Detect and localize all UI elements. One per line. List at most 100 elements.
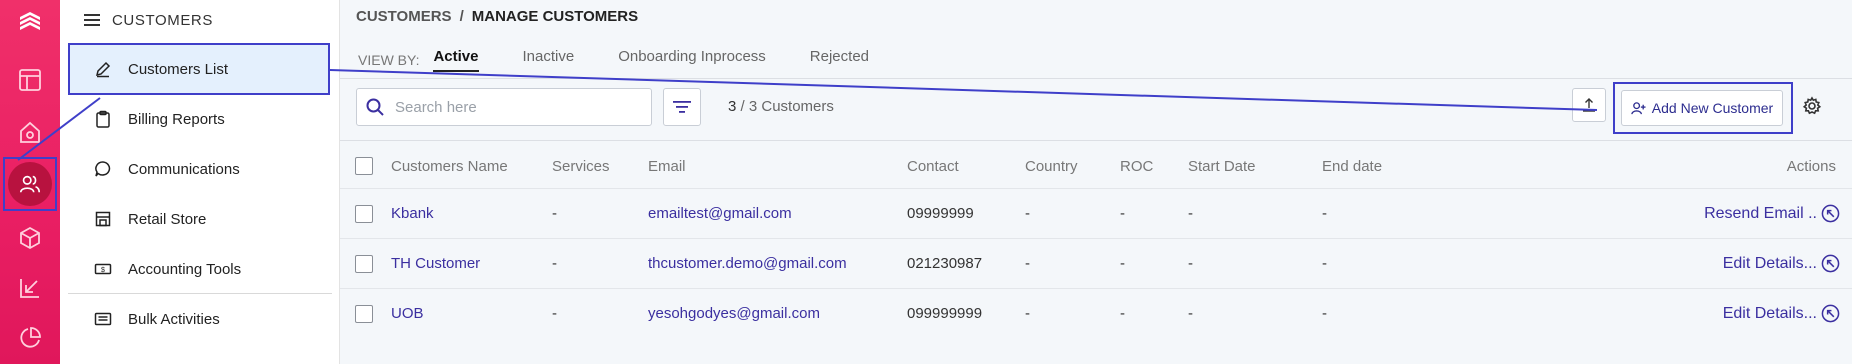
sidebar-item-retail-store[interactable]: Retail Store bbox=[68, 194, 332, 244]
page-title: MANAGE CUSTOMERS bbox=[471, 8, 639, 25]
row-action[interactable]: Edit Details... bbox=[1723, 239, 1840, 288]
main-content: CUSTOMERS / MANAGE CUSTOMERS VIEW BY: Ac… bbox=[340, 0, 1852, 364]
services-cell: - bbox=[552, 205, 557, 222]
layout-icon[interactable] bbox=[10, 60, 50, 100]
breadcrumb: CUSTOMERS / MANAGE CUSTOMERS bbox=[356, 8, 638, 25]
search-input[interactable] bbox=[395, 98, 625, 116]
add-new-customer-button[interactable]: Add New Customer bbox=[1621, 90, 1783, 126]
country-cell: - bbox=[1025, 255, 1030, 272]
tab-rejected[interactable]: Rejected bbox=[810, 48, 869, 71]
services-cell: - bbox=[552, 305, 557, 322]
column-header-start-date[interactable]: Start Date bbox=[1188, 141, 1256, 191]
start-date-cell: - bbox=[1188, 305, 1193, 322]
row-checkbox[interactable] bbox=[355, 254, 373, 273]
country-cell: - bbox=[1025, 305, 1030, 322]
svg-text:$: $ bbox=[101, 267, 105, 274]
sidebar-item-label: Billing Reports bbox=[128, 110, 225, 128]
breadcrumb-separator: / bbox=[459, 8, 464, 25]
clipboard-icon bbox=[96, 110, 110, 128]
row-checkbox[interactable] bbox=[355, 304, 373, 323]
search-box bbox=[356, 88, 652, 126]
column-header-end-date[interactable]: End date bbox=[1322, 141, 1382, 191]
users-icon[interactable] bbox=[3, 157, 57, 211]
sidebar-item-label: Accounting Tools bbox=[128, 260, 242, 278]
upload-icon bbox=[1583, 98, 1595, 112]
box-icon[interactable] bbox=[10, 218, 50, 258]
chat-bubble-icon bbox=[95, 161, 111, 177]
pencil-icon bbox=[95, 61, 111, 78]
tab-onboarding-inprocess[interactable]: Onboarding Inprocess bbox=[618, 48, 766, 71]
breadcrumb-root[interactable]: CUSTOMERS bbox=[356, 8, 452, 25]
column-header-contact[interactable]: Contact bbox=[907, 141, 959, 191]
open-details-icon[interactable] bbox=[1821, 254, 1840, 273]
money-icon: $ bbox=[94, 263, 112, 275]
sidebar-item-communications[interactable]: Communications bbox=[68, 144, 332, 194]
select-all-checkbox[interactable] bbox=[355, 157, 373, 175]
logo-icon[interactable] bbox=[10, 2, 50, 42]
column-header-roc[interactable]: ROC bbox=[1120, 141, 1153, 191]
pie-chart-icon[interactable] bbox=[10, 318, 50, 358]
count-total: / 3 Customers bbox=[740, 98, 834, 115]
open-details-icon[interactable] bbox=[1821, 304, 1840, 323]
sidebar-title: CUSTOMERS bbox=[112, 11, 213, 29]
row-checkbox-cell bbox=[355, 289, 373, 338]
sidebar-item-billing-reports[interactable]: Billing Reports bbox=[68, 94, 332, 144]
row-action[interactable]: Edit Details... bbox=[1723, 289, 1840, 338]
add-new-customer-label: Add New Customer bbox=[1651, 100, 1774, 116]
list-card-icon bbox=[94, 312, 112, 326]
end-date-cell: - bbox=[1322, 255, 1327, 272]
table-row: UOB - yesohgodyes@gmail.com 099999999 - … bbox=[340, 288, 1852, 338]
resend-email-link[interactable]: Resend Email .. bbox=[1704, 205, 1817, 223]
edit-details-link[interactable]: Edit Details... bbox=[1723, 305, 1817, 323]
sidebar: CUSTOMERS Customers List Billing Reports… bbox=[60, 0, 340, 364]
row-checkbox[interactable] bbox=[355, 204, 373, 223]
roc-cell: - bbox=[1120, 255, 1125, 272]
customer-count: 3 / 3 Customers bbox=[728, 98, 834, 115]
sidebar-item-accounting-tools[interactable]: $ Accounting Tools bbox=[68, 244, 332, 294]
sidebar-item-label: Communications bbox=[128, 160, 240, 178]
email-link[interactable]: yesohgodyes@gmail.com bbox=[648, 289, 820, 338]
tab-active[interactable]: Active bbox=[433, 48, 479, 72]
start-date-cell: - bbox=[1188, 205, 1193, 222]
edit-details-link[interactable]: Edit Details... bbox=[1723, 255, 1817, 273]
filter-button[interactable] bbox=[663, 88, 701, 126]
column-header-name[interactable]: Customers Name bbox=[391, 141, 508, 191]
tab-inactive[interactable]: Inactive bbox=[523, 48, 575, 71]
row-checkbox-cell bbox=[355, 189, 373, 238]
row-action[interactable]: Resend Email .. bbox=[1704, 189, 1840, 238]
open-details-icon[interactable] bbox=[1821, 204, 1840, 223]
column-header-country[interactable]: Country bbox=[1025, 141, 1078, 191]
hamburger-icon[interactable] bbox=[84, 13, 100, 27]
email-link[interactable]: thcustomer.demo@gmail.com bbox=[648, 239, 847, 288]
roc-cell: - bbox=[1120, 305, 1125, 322]
customer-name-link[interactable]: UOB bbox=[391, 289, 424, 338]
customer-name-link[interactable]: TH Customer bbox=[391, 239, 480, 288]
end-date-cell: - bbox=[1322, 205, 1327, 222]
sidebar-item-label: Bulk Activities bbox=[128, 310, 220, 328]
home-icon[interactable] bbox=[10, 112, 50, 152]
roc-cell: - bbox=[1120, 205, 1125, 222]
store-icon bbox=[95, 211, 111, 227]
column-header-email[interactable]: Email bbox=[648, 141, 686, 191]
filter-icon bbox=[673, 101, 691, 113]
column-header-services[interactable]: Services bbox=[552, 141, 610, 191]
sidebar-item-label: Retail Store bbox=[128, 210, 207, 228]
arrow-down-left-icon[interactable] bbox=[10, 268, 50, 308]
add-user-icon bbox=[1631, 101, 1646, 114]
sidebar-header: CUSTOMERS bbox=[84, 10, 213, 30]
sidebar-item-bulk-activities[interactable]: Bulk Activities bbox=[68, 294, 332, 344]
sidebar-item-customers-list[interactable]: Customers List bbox=[68, 43, 330, 95]
row-checkbox-cell bbox=[355, 239, 373, 288]
tab-divider bbox=[340, 78, 1852, 79]
toolbar: 3 / 3 Customers Add New Customer bbox=[356, 82, 1852, 134]
contact-cell: 099999999 bbox=[907, 305, 983, 322]
search-icon bbox=[366, 98, 384, 116]
gear-icon[interactable] bbox=[1802, 96, 1822, 116]
customer-name-link[interactable]: Kbank bbox=[391, 189, 434, 238]
contact-cell: 09999999 bbox=[907, 205, 974, 222]
view-by-label: VIEW BY: bbox=[358, 51, 420, 68]
contact-cell: 021230987 bbox=[907, 255, 983, 272]
column-header-actions: Actions bbox=[1786, 157, 1836, 175]
upload-button[interactable] bbox=[1572, 88, 1606, 122]
email-link[interactable]: emailtest@gmail.com bbox=[648, 189, 792, 238]
